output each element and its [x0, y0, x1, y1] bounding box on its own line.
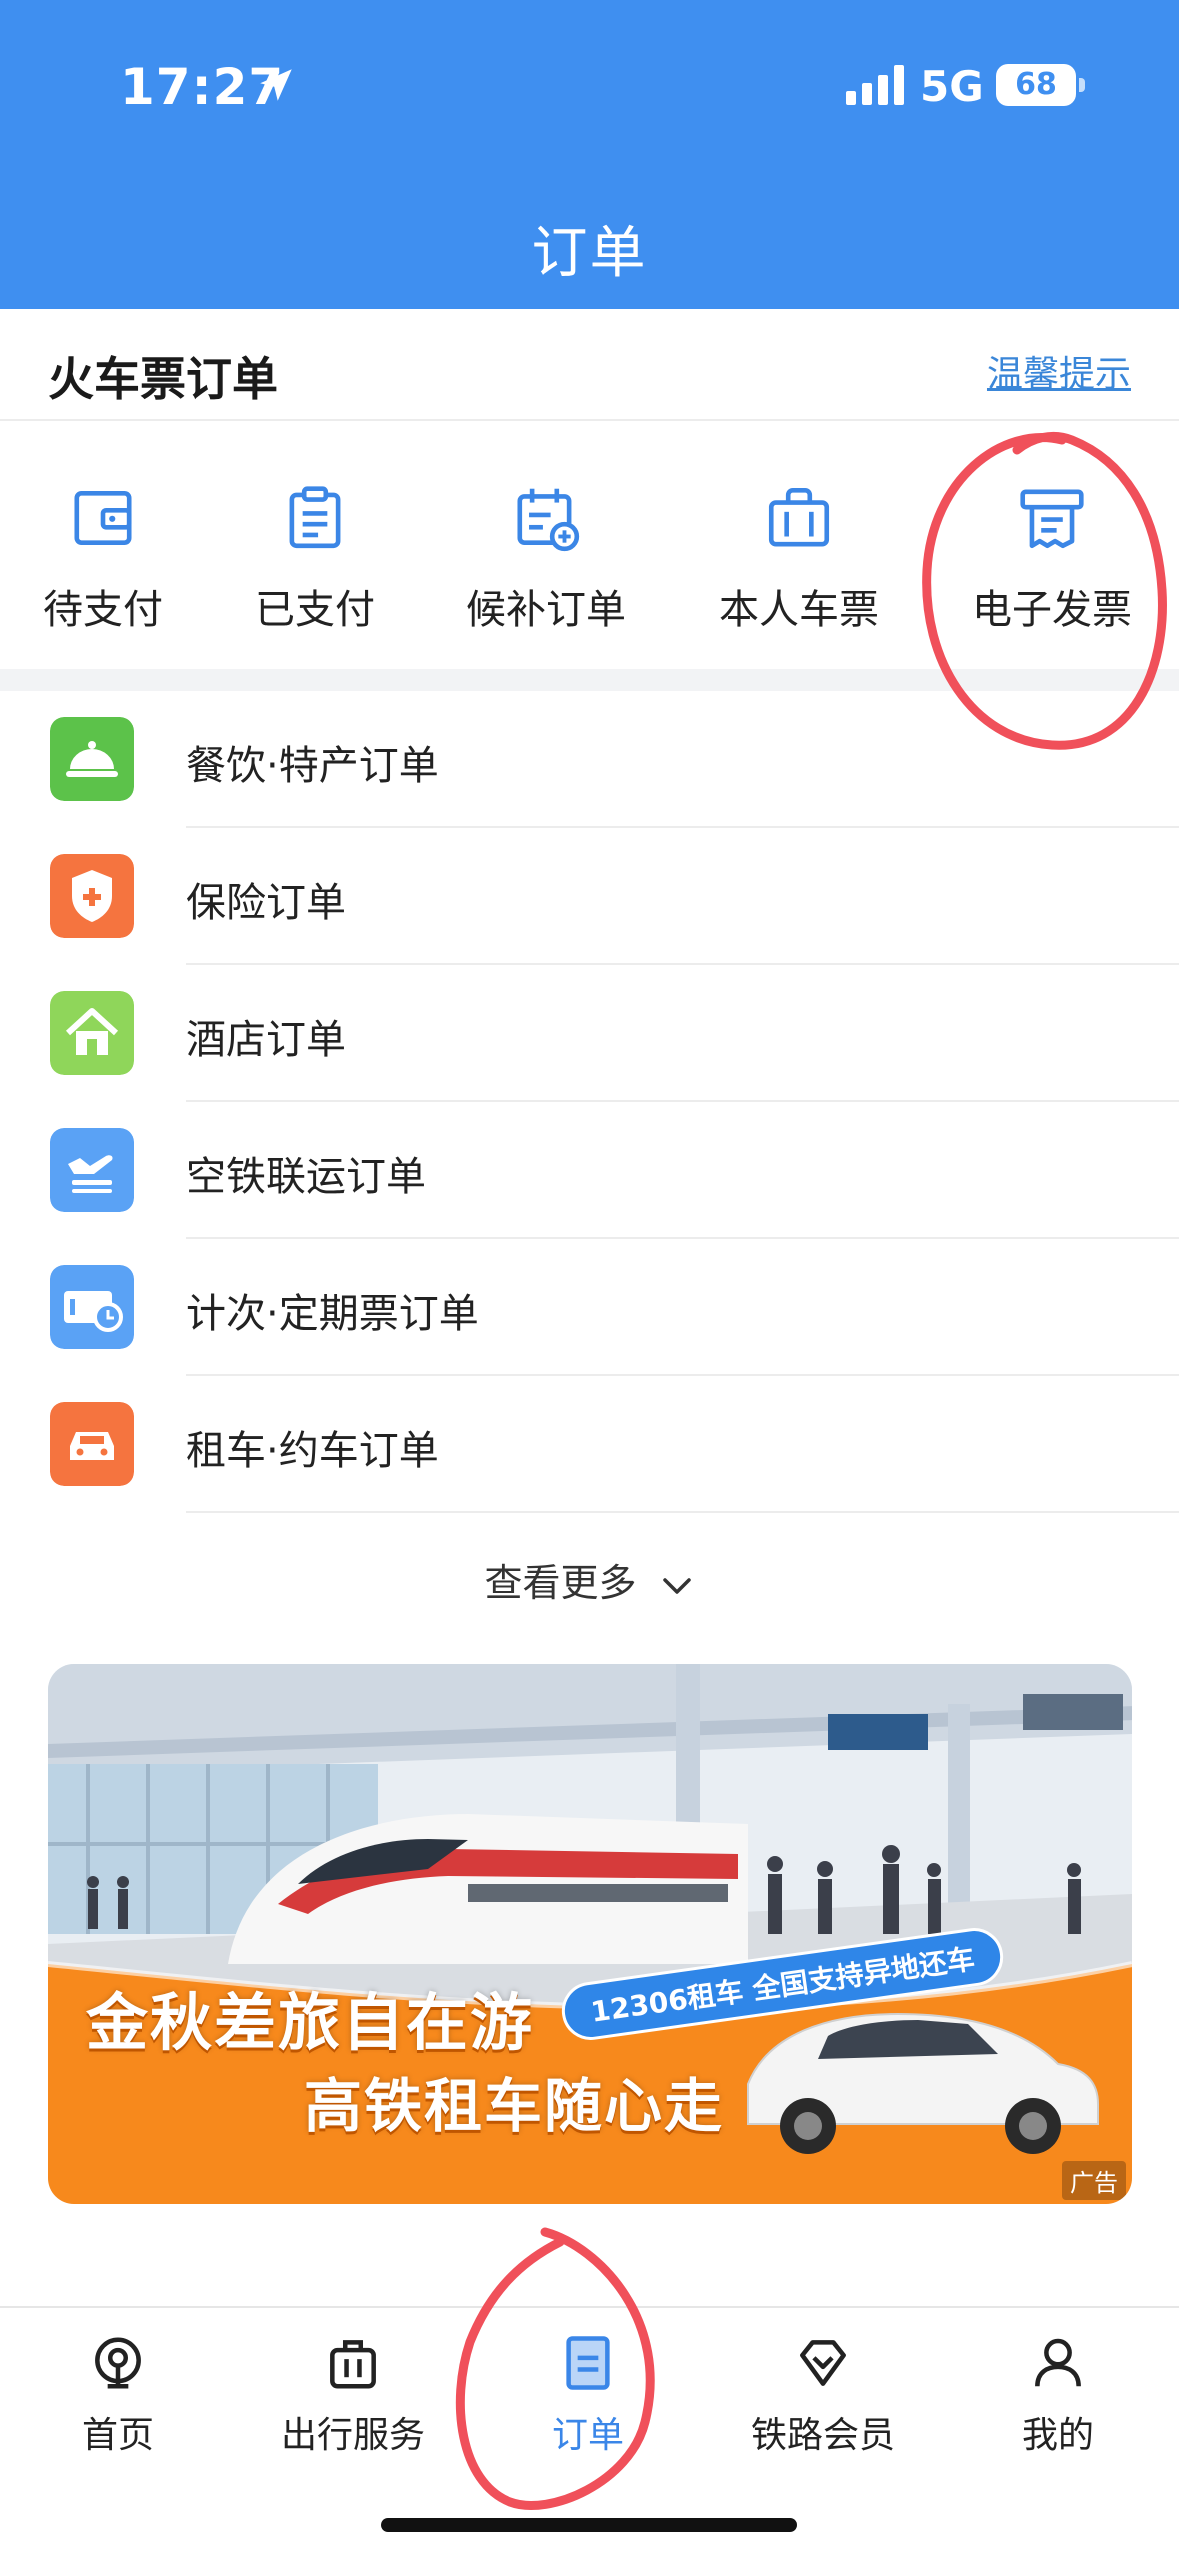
location-arrow-icon: [260, 69, 292, 101]
view-more-button[interactable]: 查看更多: [0, 1552, 1179, 1607]
list-item-label: 空铁联运订单: [186, 1154, 426, 1200]
list-item-hotel-orders[interactable]: 酒店订单: [0, 965, 1179, 1102]
calendar-add-icon: [517, 488, 580, 552]
house-icon: [50, 991, 134, 1075]
home-indicator: [381, 2518, 797, 2532]
section-divider: [0, 669, 1179, 691]
wallet-icon: [74, 491, 132, 545]
home-train-icon: [95, 2337, 141, 2389]
tab-mine[interactable]: 我的: [958, 2332, 1158, 2458]
battery-level: 68: [996, 64, 1076, 106]
list-item-label: 计次·定期票订单: [186, 1291, 479, 1337]
page-title: 订单: [531, 221, 648, 286]
chevron-down-icon: [662, 1577, 691, 1594]
list-item-food-orders[interactable]: 餐饮·特产订单: [0, 691, 1179, 828]
quick-action-waitlist[interactable]: 候补订单: [431, 481, 661, 635]
suitcase-icon: [330, 2340, 376, 2389]
quick-action-label: 本人车票: [719, 587, 879, 633]
clipboard-icon: [289, 486, 341, 549]
network-type: 5G: [920, 62, 984, 111]
ad-tag: 广告: [1062, 2161, 1126, 2200]
list-item-car-rental-orders[interactable]: 租车·约车订单: [0, 1376, 1179, 1513]
cellular-signal-icon: [846, 65, 904, 105]
tab-label: 我的: [1021, 2415, 1094, 2456]
order-doc-icon: [566, 2336, 610, 2390]
list-item-air-rail-orders[interactable]: 空铁联运订单: [0, 1102, 1179, 1239]
banner-headline-1: 金秋差旅自在游: [86, 1986, 535, 2059]
invoice-printer-icon: [1020, 489, 1084, 549]
train-orders-header: 火车票订单 温馨提示: [0, 309, 1179, 421]
battery-cap: [1079, 78, 1085, 92]
food-cloche-icon: [50, 717, 134, 801]
view-more-label: 查看更多: [484, 1561, 637, 1605]
header-bar: 17:27 5G 68 订单: [0, 0, 1179, 309]
quick-action-label: 待支付: [43, 587, 163, 633]
tab-home[interactable]: 首页: [18, 2332, 218, 2458]
diamond-icon: [800, 2340, 846, 2386]
tips-link[interactable]: 温馨提示: [987, 345, 1131, 397]
banner-headline-2: 高铁租车随心走: [304, 2072, 725, 2140]
list-item-label: 保险订单: [186, 880, 346, 926]
car-icon: [50, 1402, 134, 1486]
list-item-insurance-orders[interactable]: 保险订单: [0, 828, 1179, 965]
row-divider: [186, 1511, 1179, 1513]
tab-label: 铁路会员: [750, 2415, 895, 2456]
quick-action-pending-payment[interactable]: 待支付: [0, 481, 218, 635]
list-item-count-pass-orders[interactable]: 计次·定期票订单: [0, 1239, 1179, 1376]
tab-railway-membership[interactable]: 铁路会员: [723, 2332, 923, 2458]
order-type-list: 餐饮·特产订单 保险订单 酒店订单 空铁联运订单 计次·定期票订单 租车·约车订…: [0, 691, 1179, 1513]
plane-train-icon: [50, 1128, 134, 1212]
tab-label: 出行服务: [280, 2415, 425, 2456]
quick-action-e-invoice[interactable]: 电子发票: [937, 481, 1167, 635]
quick-action-label: 电子发票: [972, 587, 1132, 633]
luggage-icon: [768, 487, 830, 547]
quick-action-label: 已支付: [255, 587, 375, 633]
tab-label: 订单: [551, 2415, 624, 2456]
quick-action-my-tickets[interactable]: 本人车票: [684, 481, 914, 635]
section-title: 火车票订单: [48, 352, 278, 406]
tab-label: 首页: [81, 2415, 154, 2456]
shield-plus-icon: [50, 854, 134, 938]
list-item-label: 酒店订单: [186, 1017, 346, 1063]
tab-orders[interactable]: 订单: [488, 2332, 688, 2458]
ticket-clock-icon: [50, 1265, 134, 1349]
list-item-label: 租车·约车订单: [186, 1428, 439, 1474]
quick-action-paid[interactable]: 已支付: [200, 481, 430, 635]
quick-action-label: 候补订单: [466, 587, 626, 633]
train-order-quick-actions: 待支付 已支付 候补订单 本人车票 电子发票: [0, 421, 1179, 669]
person-icon: [1035, 2338, 1081, 2387]
promo-banner[interactable]: 金秋差旅自在游 高铁租车随心走 12306租车 全国支持异地还车 广告: [48, 1664, 1132, 2204]
tab-travel-services[interactable]: 出行服务: [253, 2332, 453, 2458]
list-item-label: 餐饮·特产订单: [186, 743, 439, 789]
